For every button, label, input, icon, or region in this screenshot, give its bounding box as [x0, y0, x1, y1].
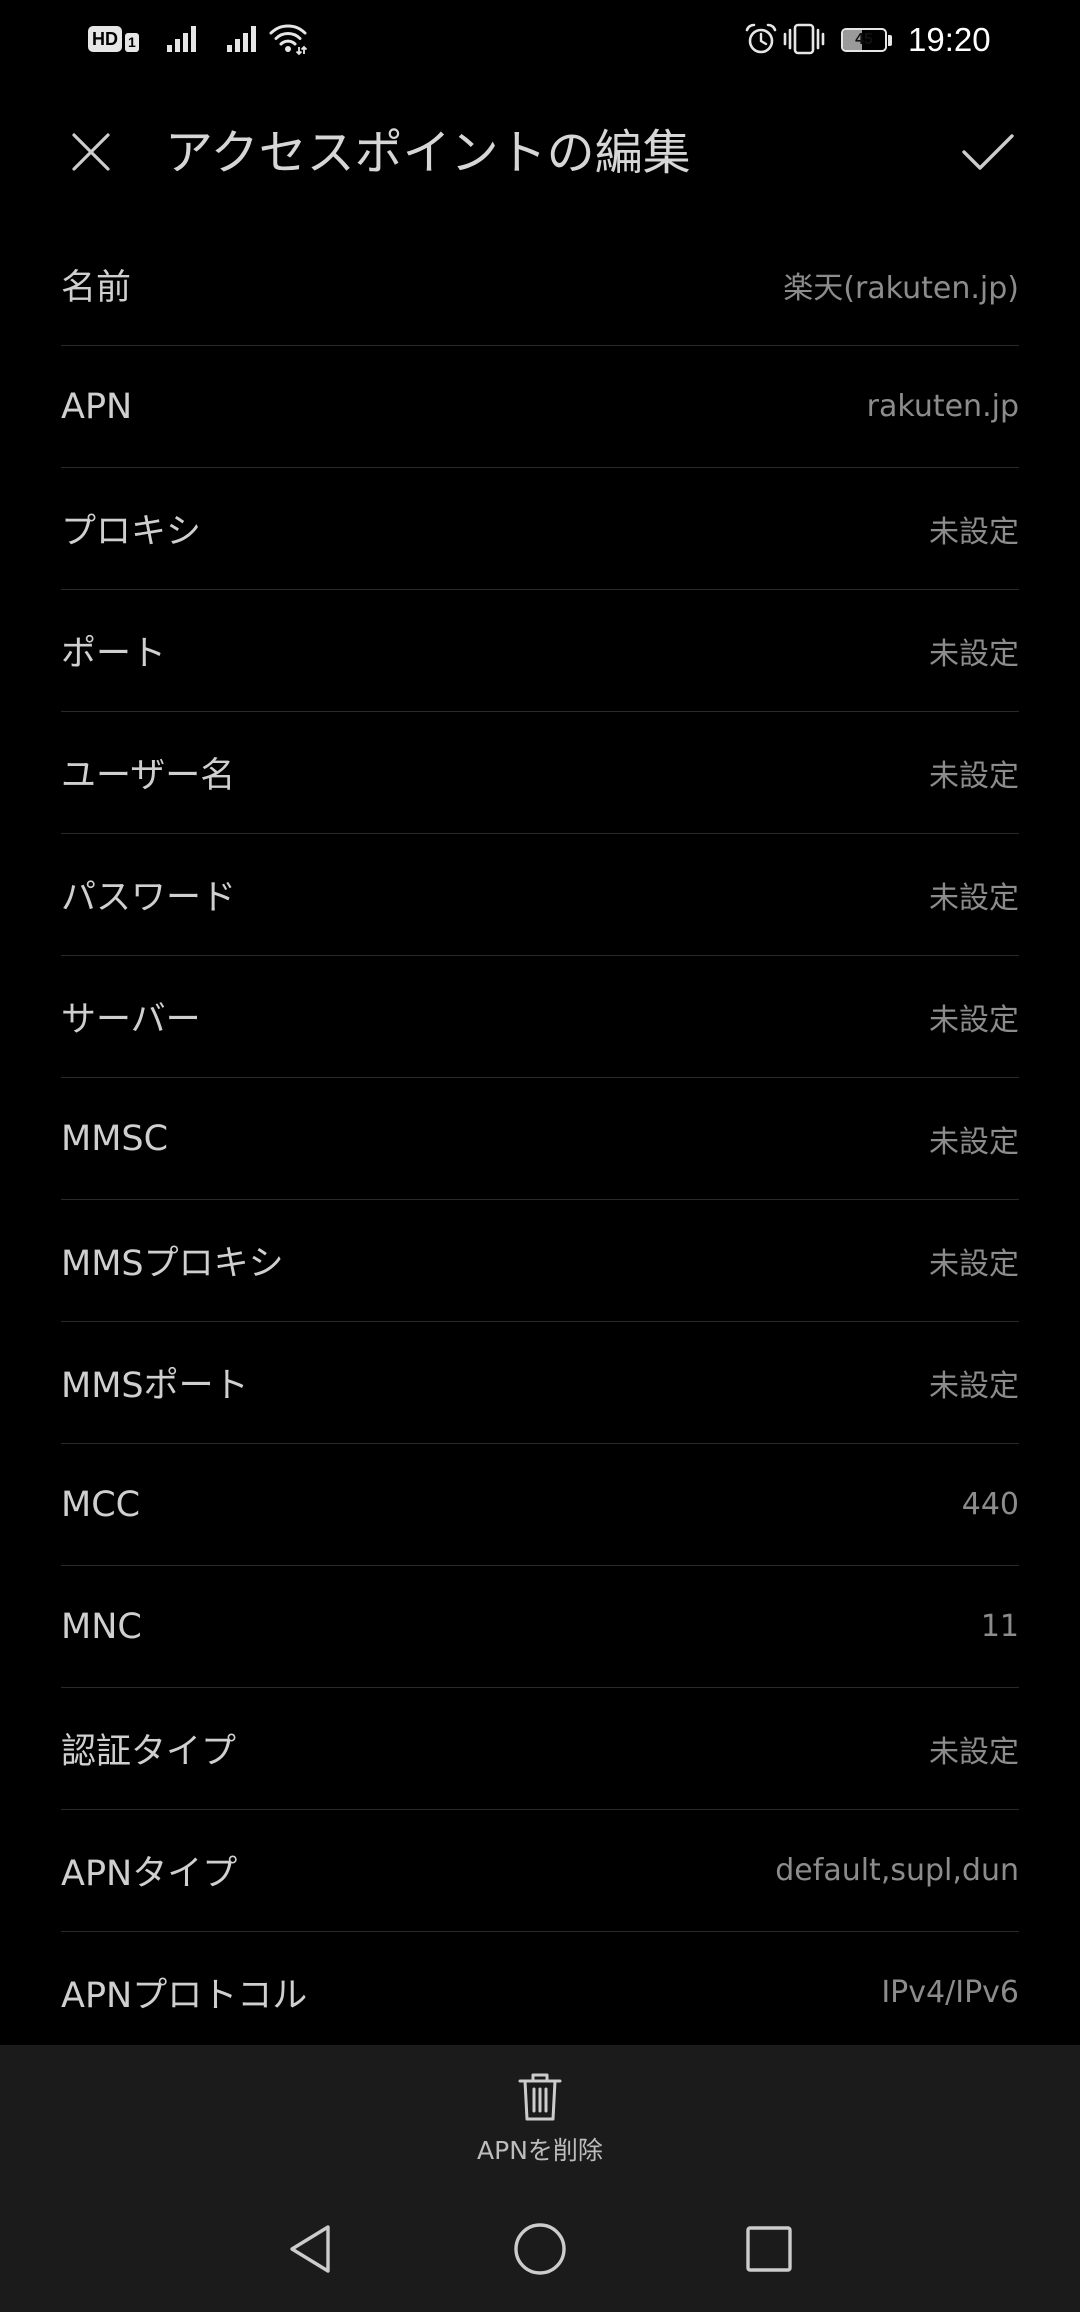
close-icon — [72, 133, 110, 171]
setting-label: APN — [61, 386, 133, 427]
setting-label: MCC — [61, 1484, 141, 1525]
alarm-icon — [745, 23, 777, 54]
battery-level-text: 45 — [855, 31, 873, 48]
apn-settings-list: 名前 楽天(rakuten.jp) APN rakuten.jp プロキシ 未設… — [61, 224, 1019, 2054]
setting-label: パスワード — [61, 878, 237, 918]
bottom-action-panel: APNを削除 — [0, 2045, 1080, 2312]
setting-row-port[interactable]: ポート 未設定 — [61, 590, 1019, 712]
setting-value: 楽天(rakuten.jp) — [783, 270, 1019, 306]
setting-value: 未設定 — [929, 1002, 1019, 1038]
setting-row-apn-protocol[interactable]: APNプロトコル IPv4/IPv6 — [61, 1932, 1019, 2054]
wifi-icon — [269, 24, 308, 56]
setting-row-server[interactable]: サーバー 未設定 — [61, 956, 1019, 1078]
back-triangle-icon — [290, 2225, 330, 2273]
setting-row-apn-type[interactable]: APNタイプ default,supl,dun — [61, 1810, 1019, 1932]
setting-label: MMSC — [61, 1118, 169, 1159]
setting-value: 未設定 — [929, 1124, 1019, 1160]
nav-recents-button[interactable] — [739, 2199, 799, 2299]
setting-value: 未設定 — [929, 514, 1019, 550]
setting-label: 名前 — [61, 268, 132, 308]
battery-nub — [888, 34, 892, 46]
status-time: 19:20 — [908, 21, 991, 58]
setting-row-mcc[interactable]: MCC 440 — [61, 1444, 1019, 1566]
setting-value: 11 — [980, 1609, 1019, 1644]
status-bar: HD 1 45 19:20 — [0, 0, 1080, 82]
system-nav-bar — [0, 2199, 1080, 2299]
setting-row-auth-type[interactable]: 認証タイプ 未設定 — [61, 1688, 1019, 1810]
nav-back-button[interactable] — [280, 2199, 340, 2299]
setting-row-name[interactable]: 名前 楽天(rakuten.jp) — [61, 224, 1019, 346]
signal-icon — [227, 26, 256, 52]
setting-value: IPv4/IPv6 — [881, 1975, 1019, 2010]
app-bar: アクセスポイントの編集 — [0, 82, 1080, 224]
setting-label: APNタイプ — [61, 1854, 238, 1894]
setting-value: 未設定 — [929, 1246, 1019, 1282]
setting-value: 未設定 — [929, 636, 1019, 672]
signal-icon — [167, 26, 196, 52]
setting-value: 440 — [961, 1487, 1019, 1522]
setting-value: 未設定 — [929, 880, 1019, 916]
setting-value: 未設定 — [929, 1734, 1019, 1770]
page-title: アクセスポイントの編集 — [165, 125, 691, 181]
setting-row-mms-port[interactable]: MMSポート 未設定 — [61, 1322, 1019, 1444]
setting-value: 未設定 — [929, 1368, 1019, 1404]
setting-label: サーバー — [61, 1000, 201, 1040]
setting-label: ポート — [61, 634, 167, 674]
setting-label: MNC — [61, 1606, 142, 1647]
setting-label: 認証タイプ — [61, 1732, 237, 1772]
home-circle-icon — [514, 2223, 566, 2275]
setting-row-username[interactable]: ユーザー名 未設定 — [61, 712, 1019, 834]
setting-label: MMSポート — [61, 1366, 249, 1406]
recents-square-icon — [746, 2226, 792, 2272]
setting-label: APNプロトコル — [61, 1976, 308, 2016]
setting-row-proxy[interactable]: プロキシ 未設定 — [61, 468, 1019, 590]
setting-value: default,supl,dun — [775, 1853, 1019, 1888]
hd-badge-sim: 1 — [125, 33, 139, 52]
setting-row-mmsc[interactable]: MMSC 未設定 — [61, 1078, 1019, 1200]
setting-row-mnc[interactable]: MNC 11 — [61, 1566, 1019, 1688]
save-button[interactable] — [957, 127, 1019, 177]
delete-apn-label: APNを削除 — [477, 2136, 603, 2165]
setting-value: rakuten.jp — [866, 389, 1019, 424]
setting-row-password[interactable]: パスワード 未設定 — [61, 834, 1019, 956]
check-icon — [962, 134, 1014, 170]
setting-label: ユーザー名 — [61, 756, 236, 796]
battery-body: 45 — [841, 28, 887, 52]
setting-row-mms-proxy[interactable]: MMSプロキシ 未設定 — [61, 1200, 1019, 1322]
setting-row-apn[interactable]: APN rakuten.jp — [61, 346, 1019, 468]
setting-value: 未設定 — [929, 758, 1019, 794]
trash-icon — [518, 2073, 562, 2121]
setting-label: MMSプロキシ — [61, 1244, 284, 1284]
delete-apn-button[interactable]: APNを削除 — [390, 2062, 690, 2166]
battery-icon: 45 — [841, 27, 897, 53]
hd-badge-label: HD — [88, 26, 122, 52]
setting-label: プロキシ — [61, 512, 202, 552]
vibrate-icon — [783, 23, 825, 55]
hd-voice-icon: HD 1 — [88, 26, 139, 52]
nav-home-button[interactable] — [510, 2199, 570, 2299]
close-button[interactable] — [66, 127, 116, 177]
